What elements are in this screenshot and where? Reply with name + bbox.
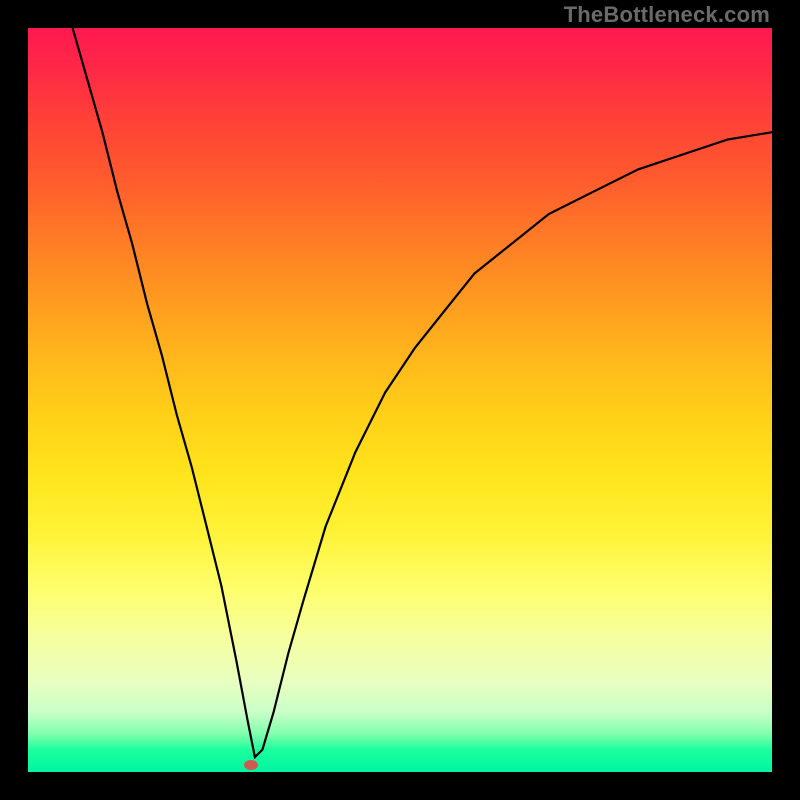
chart-curve-svg	[28, 28, 772, 772]
chart-minimum-marker	[244, 760, 258, 770]
chart-plot-area	[28, 28, 772, 772]
watermark-text: TheBottleneck.com	[564, 2, 770, 28]
chart-frame: TheBottleneck.com	[0, 0, 800, 800]
bottleneck-curve-path	[73, 28, 772, 757]
